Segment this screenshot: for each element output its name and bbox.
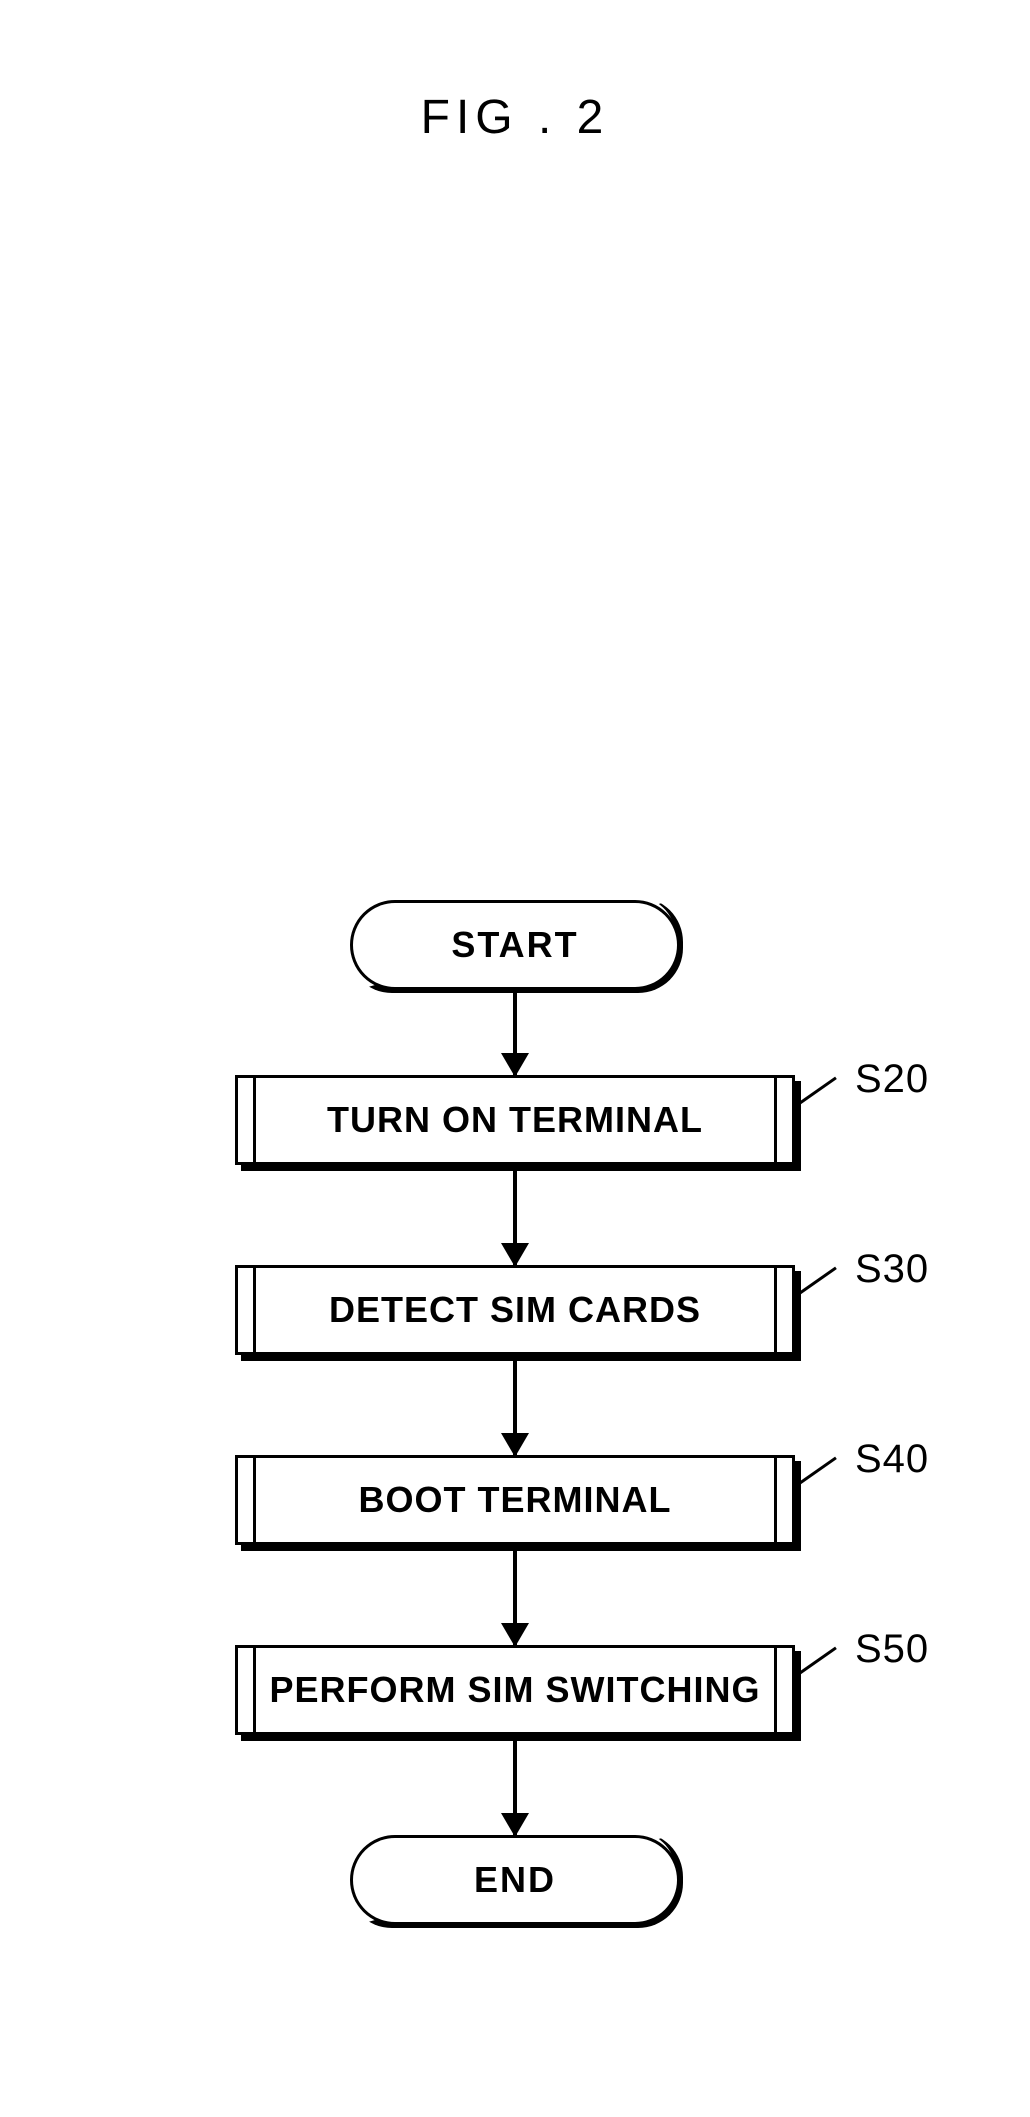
- arrow-icon: [513, 1355, 517, 1455]
- start-node-wrapper: START: [140, 900, 890, 990]
- process-text: TURN ON TERMINAL: [327, 1099, 703, 1141]
- step-label: S30: [855, 1247, 929, 1292]
- process-text: PERFORM SIM SWITCHING: [270, 1669, 761, 1711]
- step-4-wrapper: PERFORM SIM SWITCHING S50: [140, 1645, 890, 1735]
- process-box: PERFORM SIM SWITCHING: [235, 1645, 795, 1735]
- arrow-icon: [513, 1545, 517, 1645]
- start-terminator: START: [350, 900, 680, 990]
- figure-title: FIG . 2: [421, 90, 610, 145]
- arrow-icon: [513, 1165, 517, 1265]
- step-label: S50: [855, 1627, 929, 1672]
- start-label: START: [451, 924, 578, 966]
- process-box: TURN ON TERMINAL: [235, 1075, 795, 1165]
- end-node-wrapper: END: [140, 1835, 890, 1925]
- arrow-icon: [513, 990, 517, 1075]
- arrow-icon: [513, 1735, 517, 1835]
- process-box: DETECT SIM CARDS: [235, 1265, 795, 1355]
- flowchart-container: START TURN ON TERMINAL S20 DETECT SIM CA…: [140, 900, 890, 1925]
- process-text: BOOT TERMINAL: [359, 1479, 672, 1521]
- step-2-wrapper: DETECT SIM CARDS S30: [140, 1265, 890, 1355]
- step-3-wrapper: BOOT TERMINAL S40: [140, 1455, 890, 1545]
- process-text: DETECT SIM CARDS: [329, 1289, 701, 1331]
- end-label: END: [474, 1859, 556, 1901]
- process-box: BOOT TERMINAL: [235, 1455, 795, 1545]
- step-label: S20: [855, 1057, 929, 1102]
- step-1-wrapper: TURN ON TERMINAL S20: [140, 1075, 890, 1165]
- step-label: S40: [855, 1437, 929, 1482]
- end-terminator: END: [350, 1835, 680, 1925]
